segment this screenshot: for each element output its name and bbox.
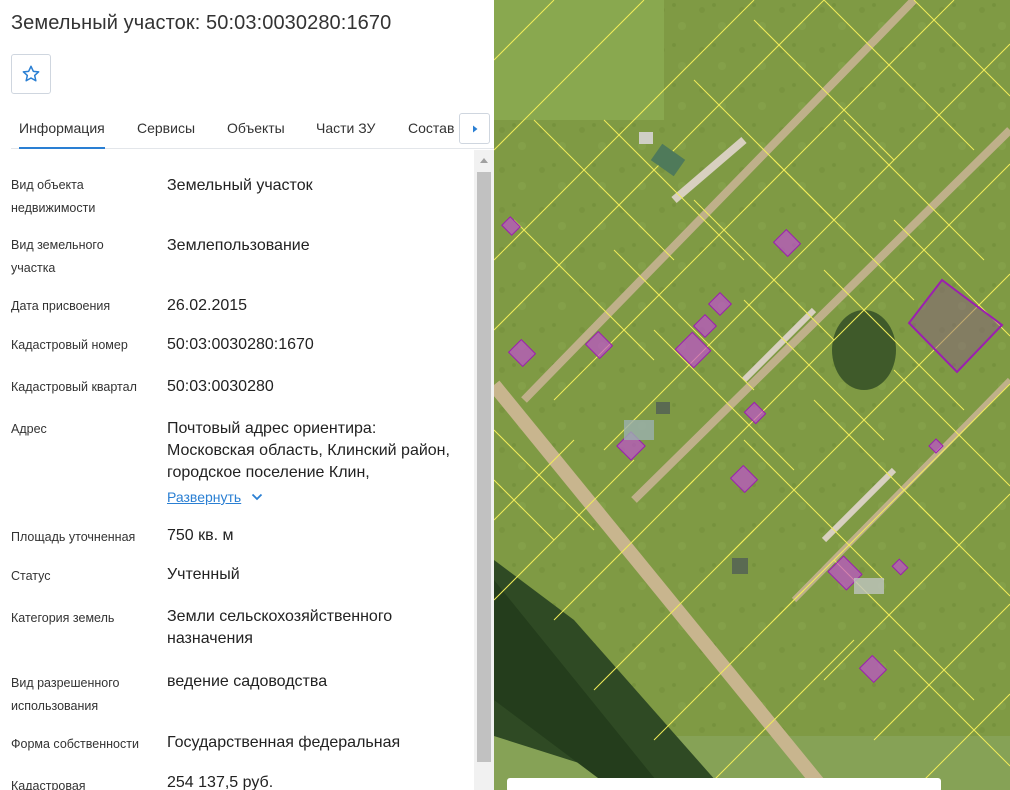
info-label: Статус: [11, 569, 51, 583]
info-label: Категория земель: [11, 611, 115, 625]
page-title: Земельный участок: 50:03:0030280:1670: [11, 12, 392, 34]
app-root: Земельный участок: 50:03:0030280:1670 Ин…: [0, 0, 1010, 790]
info-value: 50:03:0030280: [167, 378, 274, 395]
info-label: Кадастровый квартал: [11, 380, 137, 394]
triangle-up-icon: [480, 158, 488, 163]
map-pond: [832, 310, 896, 390]
info-value: Земли сельскохозяйственного назначения: [167, 608, 393, 647]
info-value: Государственная федеральная: [167, 734, 401, 751]
satellite-map[interactable]: [494, 0, 1010, 790]
favorite-button[interactable]: [11, 54, 51, 94]
scroll-up-button[interactable]: [474, 150, 494, 170]
info-value: Земельный участок: [167, 177, 313, 194]
expand-label: Развернуть: [167, 489, 242, 505]
tab-information[interactable]: Информация: [19, 108, 105, 149]
tab-bar: Информация Сервисы Объекты Части ЗУ Сост…: [11, 108, 494, 149]
address-expand-link[interactable]: Развернуть: [167, 489, 263, 505]
tab-parts[interactable]: Части ЗУ: [316, 108, 375, 148]
info-list: Вид объекта недвижимости Земельный участ…: [0, 150, 474, 790]
info-label: Вид разрешенного использования: [11, 676, 120, 713]
info-value: 26.02.2015: [167, 297, 248, 314]
tab-objects[interactable]: Объекты: [227, 108, 285, 148]
chevron-right-icon: [472, 125, 477, 132]
info-value: Землепользование: [167, 237, 310, 254]
tabs-next-button[interactable]: [459, 113, 490, 144]
info-label: Площадь уточненная: [11, 530, 136, 544]
info-value: Учтенный: [167, 566, 240, 583]
scrollbar-thumb[interactable]: [477, 172, 491, 762]
map-field-patch: [494, 0, 664, 120]
info-label: Вид объекта недвижимости: [11, 178, 96, 215]
info-value: 50:03:0030280:1670: [167, 336, 314, 353]
info-label: Вид земельного участка: [11, 238, 104, 275]
info-panel: Земельный участок: 50:03:0030280:1670 Ин…: [0, 0, 494, 790]
info-label: Дата присвоения: [11, 299, 111, 313]
tab-services[interactable]: Сервисы: [137, 108, 195, 148]
scrollbar[interactable]: [474, 150, 494, 790]
map-view[interactable]: [494, 0, 1010, 790]
info-label: Кадастровая: [11, 779, 86, 790]
info-value: 254 137,5 руб.: [167, 774, 274, 790]
info-label: Кадастровый номер: [11, 338, 128, 352]
info-value: Почтовый адрес ориентира: Московская обл…: [167, 420, 450, 481]
info-value: 750 кв. м: [167, 527, 234, 544]
tab-composition[interactable]: Состав: [408, 108, 454, 148]
chevron-down-icon: [252, 493, 263, 501]
star-icon: [22, 65, 40, 82]
info-label: Форма собственности: [11, 737, 139, 751]
map-overlay-card: [507, 778, 941, 790]
info-label: Адрес: [11, 422, 47, 436]
info-value: ведение садоводства: [167, 673, 328, 690]
